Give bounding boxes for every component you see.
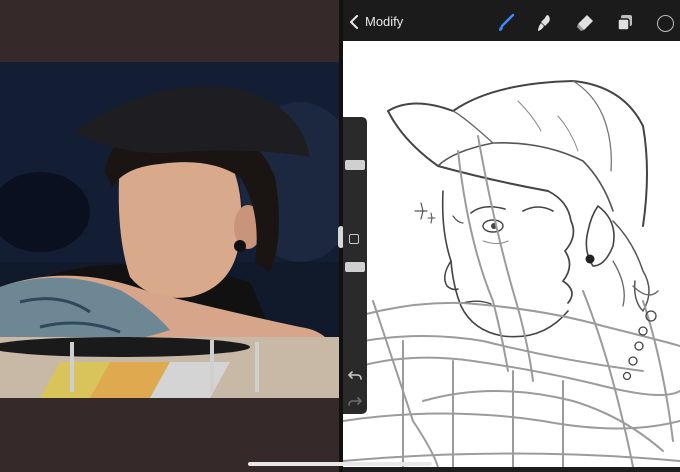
layers-icon <box>617 15 632 31</box>
top-toolbar: Modify <box>343 0 680 41</box>
eraser-tool-button[interactable] <box>575 13 595 33</box>
modify-square-button[interactable] <box>349 234 359 244</box>
procreate-pane: Modify <box>343 0 680 472</box>
modify-label: Modify <box>365 14 404 29</box>
smudge-icon <box>538 15 550 31</box>
reference-photo-pane <box>0 0 339 472</box>
color-swatch-icon <box>656 14 674 32</box>
modify-back-button[interactable]: Modify <box>349 14 403 29</box>
brush-size-slider[interactable] <box>345 160 365 170</box>
redo-icon[interactable] <box>348 394 362 408</box>
home-indicator[interactable] <box>248 462 432 466</box>
brush-icon <box>499 13 515 31</box>
undo-icon[interactable] <box>348 368 362 382</box>
color-button[interactable] <box>655 13 675 33</box>
brush-tool-button[interactable] <box>496 13 516 33</box>
layers-button[interactable] <box>615 13 635 33</box>
reference-photo <box>0 62 339 398</box>
chevron-left-icon <box>350 14 358 29</box>
drawing-canvas[interactable] <box>343 41 680 467</box>
brush-opacity-slider[interactable] <box>345 262 365 272</box>
eraser-icon <box>577 15 593 31</box>
brush-sidebar <box>343 117 367 414</box>
smudge-tool-button[interactable] <box>534 13 554 33</box>
